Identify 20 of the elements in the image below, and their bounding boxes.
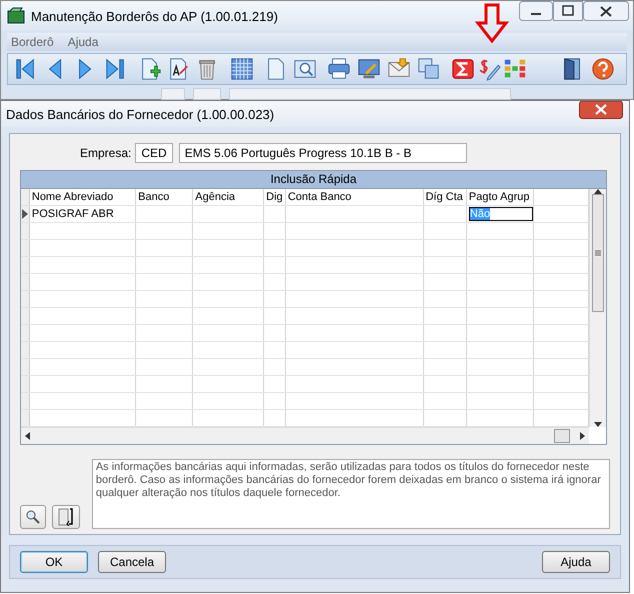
menu-item[interactable]: Ajuda (68, 35, 98, 49)
dialog-button[interactable]: Ajuda (542, 551, 610, 573)
grid-title: Inclusão Rápida (21, 171, 606, 189)
dialog-button[interactable]: Cancela (98, 551, 166, 573)
column-header: Díg Cta (424, 189, 467, 205)
column-header: Agência (193, 189, 264, 205)
company-code-field[interactable]: CED (135, 143, 173, 163)
column-header: Pagto Agrup (466, 189, 534, 205)
table-cell: POSIGRAF ABR (30, 206, 136, 222)
column-header: Conta Banco (286, 189, 424, 205)
menu-item[interactable]: Borderô (11, 35, 54, 49)
company-name-field[interactable]: EMS 5.06 Português Progress 10.1B B - B (178, 143, 467, 163)
column-header: Nome Abreviado (30, 189, 136, 205)
column-header: Banco (136, 189, 194, 205)
field-label: Empresa: (80, 146, 132, 160)
window-title: Manutenção Borderôs do AP (1.00.01.219) (31, 8, 278, 24)
info-text: As informações bancárias aqui informadas, serão utilizadas para todos os títulos do fornecedor neste borderô. Caso as informações bancárias do fornecedor forem deixadas em branco o sistema irá ignorar qualquer alteração nos títulos daquele fornecedor. (92, 459, 610, 529)
dialog-title: Dados Bancários do Fornecedor (1.00.00.023) (6, 106, 274, 122)
column-header: Dig (264, 189, 286, 205)
dialog-button[interactable]: OK (20, 551, 88, 573)
